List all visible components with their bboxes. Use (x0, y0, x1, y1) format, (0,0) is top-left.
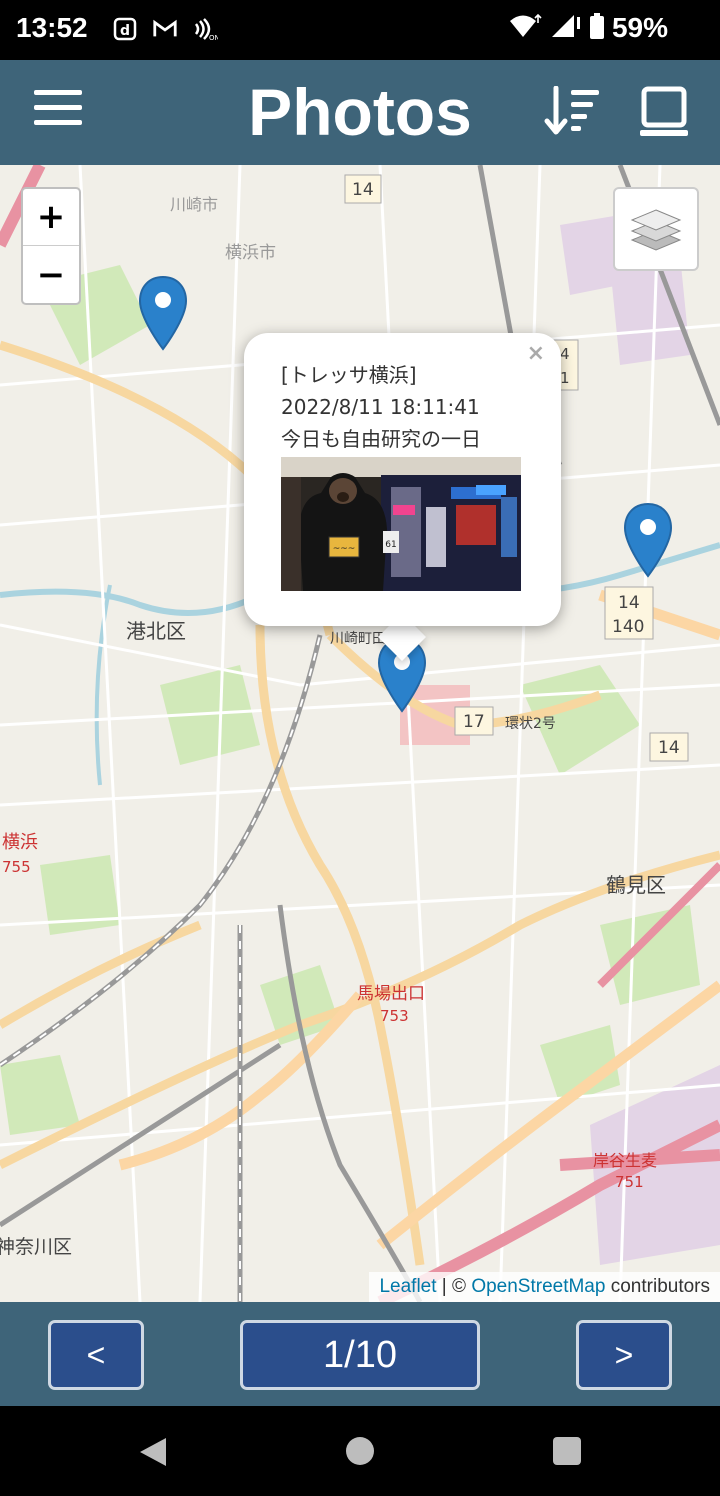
battery-percent: 59% (611, 12, 668, 43)
label-kishiya: 岸谷生麦 (593, 1151, 657, 1170)
status-bar: 13:52 d ON 59% (0, 0, 720, 60)
pager-bar: < 1/10 > (0, 1302, 720, 1406)
map-attribution: Leaflet | © OpenStreetMap contributors (369, 1272, 720, 1302)
zoom-in-button[interactable]: + (23, 189, 79, 246)
label-kanagawa: 神奈川区 (0, 1236, 72, 1258)
label-baba: 馬場出口 (357, 984, 425, 1004)
popup-place: [トレッサ横浜] (281, 363, 417, 387)
laptop-view-icon[interactable] (638, 86, 690, 138)
zoom-out-button[interactable]: − (23, 246, 79, 303)
docomo-d-icon: d (112, 16, 138, 42)
wifi-icon (508, 13, 542, 43)
nfc-icon: ON (192, 16, 218, 42)
label-tsurumi: 鶴見区 (606, 873, 666, 897)
popup-content: [トレッサ横浜] 2022/8/11 18:11:41 今日も自由研究の一日 (281, 359, 481, 455)
attribution-separator: | © (436, 1276, 472, 1297)
osm-link[interactable]: OpenStreetMap (471, 1276, 605, 1297)
page-title: Photos (248, 75, 472, 149)
route-shield-140: 140 (612, 617, 644, 637)
svg-text:ON: ON (209, 34, 218, 42)
leaflet-link[interactable]: Leaflet (379, 1276, 436, 1297)
svg-text:d: d (120, 23, 130, 39)
label-yokohama-route: 755 (2, 858, 31, 876)
layers-icon (630, 209, 682, 251)
signal-icon (550, 13, 582, 43)
next-button[interactable]: > (576, 1320, 672, 1390)
popup-close-button[interactable]: × (527, 341, 545, 366)
app-header: Photos (0, 60, 720, 165)
attribution-contributors: contributors (605, 1276, 710, 1297)
recents-square-icon[interactable] (553, 1437, 581, 1465)
map-marker[interactable] (138, 275, 188, 351)
home-circle-icon[interactable] (346, 1437, 374, 1465)
route-shield-14b: 14 (618, 593, 640, 613)
sort-icon[interactable] (544, 85, 602, 138)
label-yokohama-station: 横浜 (2, 832, 38, 853)
label-kishiya-num: 751 (615, 1173, 644, 1191)
popup-photo[interactable]: ~~~ 61 (281, 457, 521, 591)
photo-popup: × [トレッサ横浜] 2022/8/11 18:11:41 今日も自由研究の一日 (244, 333, 561, 626)
photo-sign-text: 61 (385, 540, 396, 550)
route-shield-14a: 14 (352, 180, 374, 200)
popup-caption: 今日も自由研究の一日 (281, 427, 481, 451)
label-baba-num: 753 (380, 1007, 409, 1025)
page-counter[interactable]: 1/10 (240, 1320, 480, 1390)
label-kohoku: 港北区 (126, 619, 186, 643)
status-time: 13:52 (16, 12, 88, 43)
battery-icon (589, 13, 604, 43)
label-yokohama: 横浜市 (225, 243, 276, 263)
zoom-control: + − (21, 187, 81, 305)
gmail-icon (152, 16, 178, 42)
svg-text:~~~: ~~~ (333, 544, 356, 554)
label-kawasaki: 川崎市 (170, 195, 218, 214)
map-view[interactable]: 川崎市 横浜市 港北区 鶴見区 神奈川区 横浜 755 馬場出口 753 岸谷生… (0, 165, 720, 1302)
back-triangle-icon[interactable] (138, 1436, 168, 1472)
route-shield-14c: 14 (658, 738, 680, 758)
popup-datetime: 2022/8/11 18:11:41 (281, 395, 480, 419)
route-shield-17: 17 (463, 712, 485, 732)
label-kanjo2: 環状2号 (505, 716, 556, 732)
system-nav-bar (0, 1406, 720, 1496)
map-marker[interactable] (623, 502, 673, 578)
status-notification-icons: d ON (112, 16, 218, 42)
layers-button[interactable] (613, 187, 699, 271)
status-system-icons: 59% (508, 12, 668, 44)
prev-button[interactable]: < (48, 1320, 144, 1390)
route-shield-14d: 4 (560, 345, 570, 363)
route-shield-14e: 1 (560, 369, 570, 387)
